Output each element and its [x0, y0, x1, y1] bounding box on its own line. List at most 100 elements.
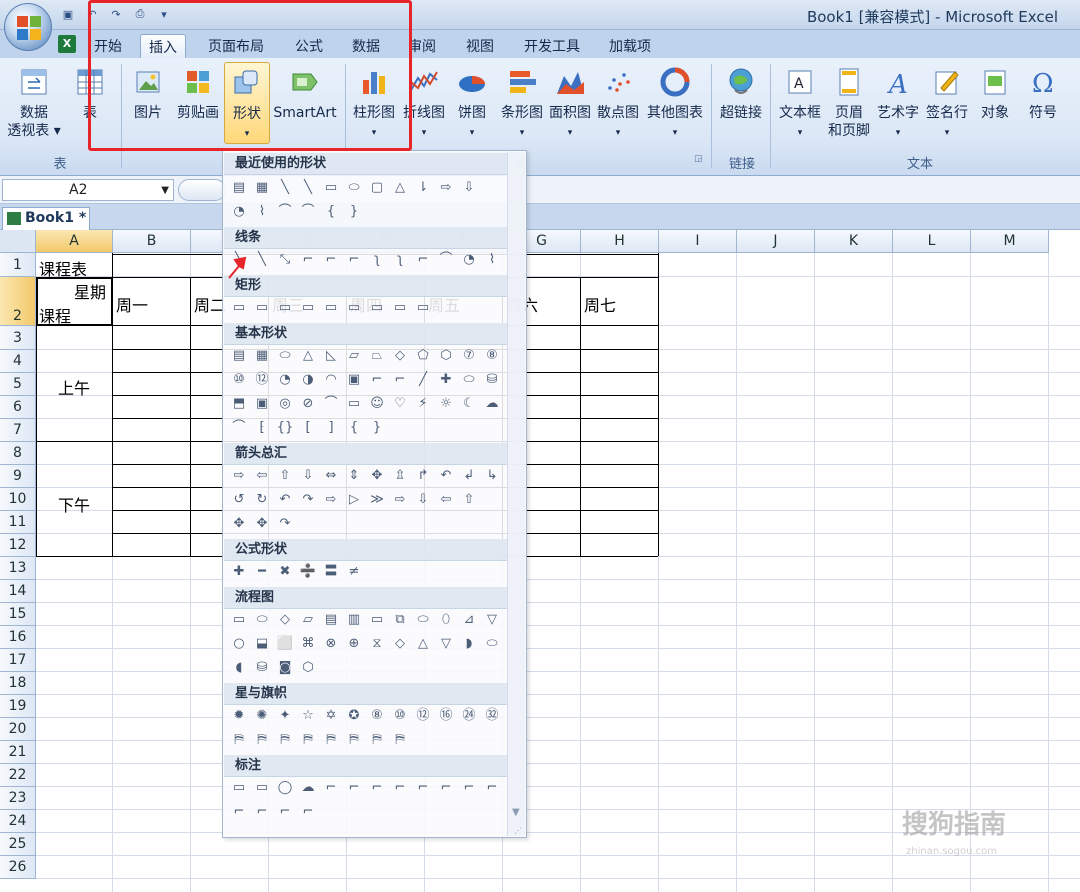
shape-option-icon[interactable]: △ — [390, 179, 410, 197]
shape-option-icon[interactable]: ⌐ — [344, 251, 364, 269]
shape-option-icon[interactable]: ⇫ — [390, 467, 410, 485]
shape-option-icon[interactable]: ⬭ — [459, 371, 479, 389]
shape-option-icon[interactable]: ⧖ — [367, 635, 387, 653]
shape-option-icon[interactable]: ▭ — [413, 299, 433, 317]
shape-option-icon[interactable]: ⇨ — [321, 491, 341, 509]
shape-option-icon[interactable]: ▤ — [321, 611, 341, 629]
shape-option-icon[interactable]: ▣ — [344, 371, 364, 389]
shape-option-icon[interactable]: ≠ — [344, 563, 364, 581]
shape-option-icon[interactable]: ≫ — [367, 491, 387, 509]
shape-option-icon[interactable]: ⬭ — [252, 611, 272, 629]
column-header-B[interactable]: B — [113, 230, 191, 253]
shape-option-icon[interactable]: ✹ — [229, 707, 249, 725]
row-header-22[interactable]: 22 — [0, 764, 36, 787]
workbook-tab[interactable]: Book1 * — [2, 207, 90, 230]
shape-option-icon[interactable]: ⌐ — [321, 779, 341, 797]
shape-option-icon[interactable]: ☁ — [298, 779, 318, 797]
shape-option-icon[interactable]: ⛁ — [252, 659, 272, 677]
shape-option-icon[interactable]: ⇂ — [413, 179, 433, 197]
row-header-20[interactable]: 20 — [0, 718, 36, 741]
shape-option-icon[interactable]: ◯ — [275, 779, 295, 797]
row-header-1[interactable]: 1 — [0, 253, 36, 277]
shape-option-icon[interactable]: ☺ — [367, 395, 387, 413]
shape-option-icon[interactable]: ▭ — [275, 299, 295, 317]
shape-option-icon[interactable]: ☆ — [298, 707, 318, 725]
shape-option-icon[interactable]: ↲ — [459, 467, 479, 485]
shape-option-icon[interactable]: ◇ — [390, 347, 410, 365]
shape-option-icon[interactable]: ⌐ — [344, 779, 364, 797]
shape-option-icon[interactable]: { — [321, 203, 341, 221]
shape-option-icon[interactable]: ▭ — [321, 299, 341, 317]
shape-option-icon[interactable]: △ — [298, 347, 318, 365]
shape-option-icon[interactable]: ▭ — [252, 779, 272, 797]
shape-option-icon[interactable]: ▭ — [367, 611, 387, 629]
other-charts-button[interactable]: 其他图表 ▾ — [644, 66, 706, 142]
shape-option-icon[interactable]: ▭ — [229, 779, 249, 797]
shape-option-icon[interactable]: ▭ — [252, 299, 272, 317]
shape-option-icon[interactable]: ✥ — [252, 515, 272, 533]
shape-option-icon[interactable]: ⇔ — [321, 467, 341, 485]
shape-option-icon[interactable]: ◎ — [275, 395, 295, 413]
shape-option-icon[interactable]: ⤡ — [275, 251, 295, 269]
tab-developer[interactable]: 开发工具 — [516, 34, 588, 58]
shape-option-icon[interactable]: ↳ — [482, 467, 502, 485]
shape-option-icon[interactable]: ▱ — [344, 347, 364, 365]
shape-option-icon[interactable]: ⛿ — [298, 731, 318, 749]
shape-option-icon[interactable]: ⬒ — [229, 395, 249, 413]
row-header-23[interactable]: 23 — [0, 787, 36, 810]
shape-option-icon[interactable]: ⛿ — [367, 731, 387, 749]
shape-option-icon[interactable]: ✥ — [367, 467, 387, 485]
shape-option-icon[interactable]: ⁅ — [252, 419, 272, 437]
worksheet-grid[interactable]: ABCDEFGHIJKLM123456789101112131415161718… — [0, 230, 1080, 892]
shape-option-icon[interactable]: ⊗ — [321, 635, 341, 653]
shape-option-icon[interactable]: ⇨ — [390, 491, 410, 509]
shape-option-icon[interactable]: ⑦ — [459, 347, 479, 365]
shape-option-icon[interactable]: ⌐ — [298, 251, 318, 269]
save-icon[interactable]: ▣ — [58, 5, 78, 23]
shape-option-icon[interactable]: ☼ — [436, 395, 456, 413]
row-header-16[interactable]: 16 — [0, 626, 36, 649]
shape-option-icon[interactable]: ✦ — [275, 707, 295, 725]
shape-option-icon[interactable]: ▽ — [436, 635, 456, 653]
shape-option-icon[interactable]: ⬜ — [275, 635, 295, 653]
name-box[interactable]: A2 ▼ — [2, 179, 174, 201]
column-header-M[interactable]: M — [971, 230, 1049, 253]
area-chart-button[interactable]: 面积图 ▾ — [547, 66, 593, 142]
row-header-10[interactable]: 10 — [0, 488, 36, 511]
shape-option-icon[interactable]: ⌐ — [229, 803, 249, 821]
shape-option-icon[interactable]: ⇩ — [298, 467, 318, 485]
shape-option-icon[interactable]: ↻ — [252, 491, 272, 509]
shape-option-icon[interactable]: ⌒ — [275, 203, 295, 221]
shape-option-icon[interactable]: ⑩ — [229, 371, 249, 389]
scroll-down-icon[interactable]: ▼ — [512, 807, 520, 818]
shape-option-icon[interactable]: ⛿ — [229, 731, 249, 749]
shape-option-icon[interactable]: ㉜ — [482, 707, 502, 725]
row-header-7[interactable]: 7 — [0, 419, 36, 442]
shape-option-icon[interactable]: ⑫ — [252, 371, 272, 389]
shape-option-icon[interactable]: ◇ — [275, 611, 295, 629]
shape-option-icon[interactable]: ▽ — [482, 611, 502, 629]
shape-option-icon[interactable]: ⇕ — [344, 467, 364, 485]
pivot-table-button[interactable]: 数据 透视表 ▾ — [6, 66, 62, 140]
column-header-K[interactable]: K — [815, 230, 893, 253]
shape-option-icon[interactable]: ▤ — [229, 347, 249, 365]
shape-option-icon[interactable]: ↷ — [298, 491, 318, 509]
scatter-chart-button[interactable]: 散点图 ▾ — [595, 66, 641, 142]
formula-bar-handle[interactable] — [178, 179, 226, 201]
shape-option-icon[interactable]: ⬡ — [298, 659, 318, 677]
shape-option-icon[interactable]: ▱ — [298, 611, 318, 629]
shape-option-icon[interactable]: ✡ — [321, 707, 341, 725]
shapes-panel-scrollbar[interactable]: ▼ — [507, 152, 525, 836]
shape-option-icon[interactable]: ◠ — [321, 371, 341, 389]
signature-line-button[interactable]: 签名行 ▾ — [922, 66, 972, 142]
shape-option-icon[interactable]: ⛁ — [482, 371, 502, 389]
shape-option-icon[interactable]: ▭ — [344, 395, 364, 413]
shape-option-icon[interactable]: ⌐ — [275, 803, 295, 821]
column-header-H[interactable]: H — [581, 230, 659, 253]
shape-option-icon[interactable]: ⊘ — [298, 395, 318, 413]
header-footer-button[interactable]: 页眉 和页脚 — [826, 66, 872, 140]
shape-option-icon[interactable]: ⇦ — [252, 467, 272, 485]
shape-option-icon[interactable]: } — [367, 419, 387, 437]
shape-option-icon[interactable]: ◔ — [275, 371, 295, 389]
shape-option-icon[interactable]: ▭ — [298, 299, 318, 317]
